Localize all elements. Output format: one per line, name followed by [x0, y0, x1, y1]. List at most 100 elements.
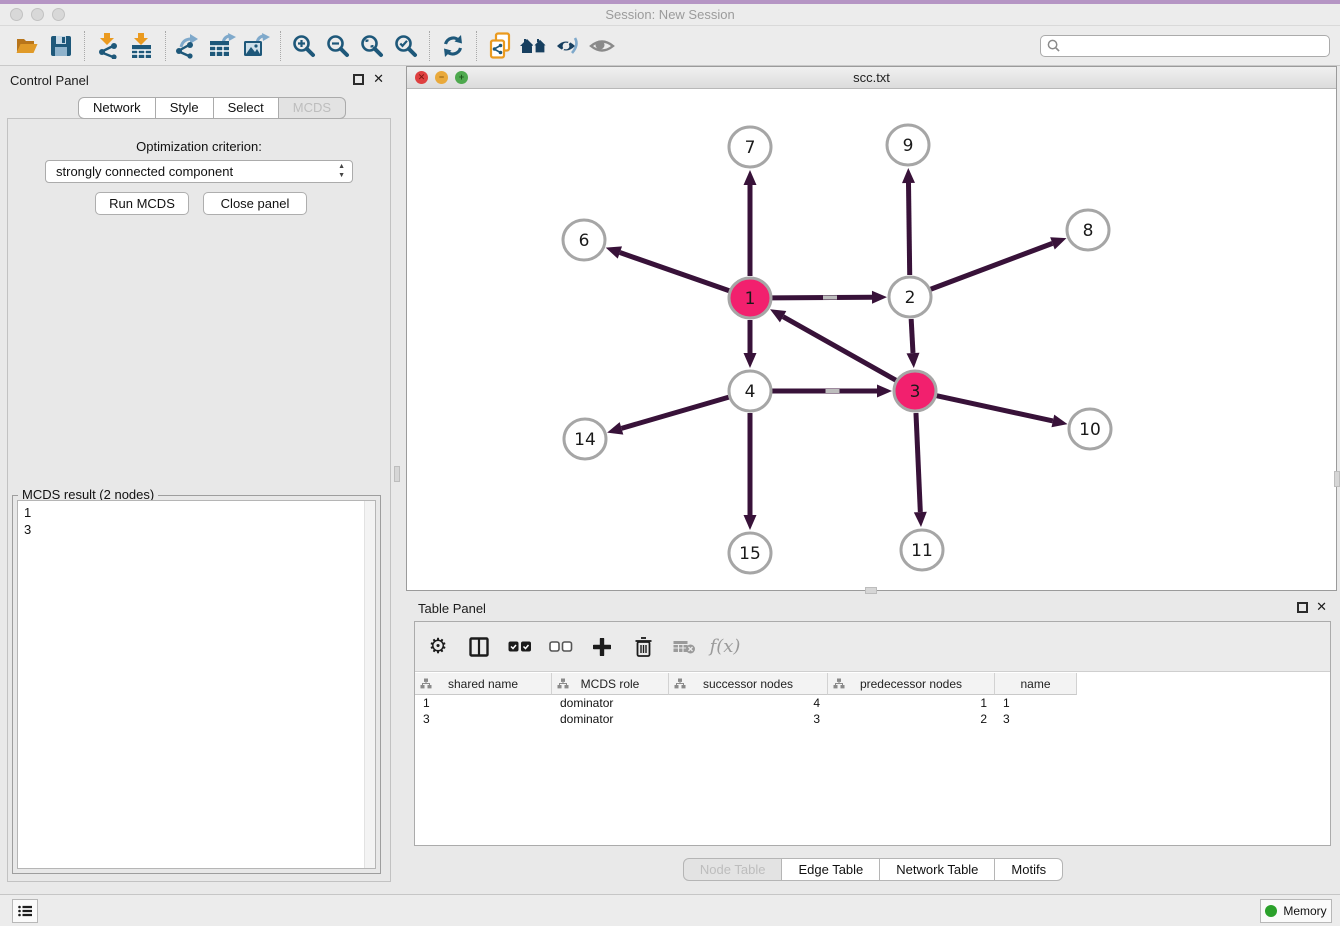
float-table-panel-icon[interactable] — [1297, 602, 1308, 613]
search-input[interactable] — [1064, 39, 1323, 53]
table-row[interactable]: 3dominator323 — [415, 711, 1330, 727]
network-graph[interactable]: 1234678910111415 — [407, 89, 1336, 591]
memory-button[interactable]: Memory — [1260, 899, 1332, 923]
tab-edge-table[interactable]: Edge Table — [782, 858, 880, 881]
select-all-columns-button[interactable] — [507, 634, 533, 660]
memory-label: Memory — [1283, 904, 1326, 918]
function-builder-button[interactable]: f(x) — [712, 634, 738, 660]
float-panel-icon[interactable] — [353, 74, 364, 85]
tab-style[interactable]: Style — [156, 97, 214, 119]
table-panel-title: Table Panel — [418, 601, 486, 616]
graph-edge-arrowhead — [744, 170, 757, 185]
mcds-result-text[interactable]: 1 3 — [17, 500, 376, 869]
graph-edge[interactable] — [772, 297, 872, 298]
show-log-button[interactable] — [12, 899, 38, 923]
graph-edge[interactable] — [911, 319, 913, 353]
import-network-button[interactable] — [91, 29, 125, 63]
graph-edge[interactable] — [936, 396, 1052, 421]
table-cell-mcds_role[interactable]: dominator — [552, 695, 669, 711]
close-table-panel-icon[interactable]: ✕ — [1316, 599, 1327, 615]
close-panel-button[interactable]: Close panel — [203, 192, 307, 215]
table-row[interactable]: 1dominator411 — [415, 695, 1330, 711]
export-table-button[interactable] — [206, 29, 240, 63]
graph-edge[interactable] — [931, 243, 1053, 289]
graph-edge[interactable] — [783, 317, 896, 381]
graph-node-label: 4 — [745, 382, 756, 402]
table-cell-name[interactable]: 1 — [995, 695, 1077, 711]
columns-icon — [469, 637, 489, 657]
table-header-row: shared nameMCDS rolesuccessor nodesprede… — [415, 673, 1077, 695]
tab-mcds[interactable]: MCDS — [279, 97, 346, 119]
network-view-titlebar[interactable]: ✕ − + scc.txt — [407, 67, 1336, 89]
search-box — [1040, 35, 1330, 57]
export-image-button[interactable] — [240, 29, 274, 63]
tab-select[interactable]: Select — [214, 97, 279, 119]
window-title: Session: New Session — [0, 7, 1340, 22]
graph-edge-label — [826, 389, 840, 393]
tab-network-table[interactable]: Network Table — [880, 858, 995, 881]
save-session-button[interactable] — [44, 29, 78, 63]
table-cell-successor_nodes[interactable]: 4 — [669, 695, 828, 711]
column-header-shared_name[interactable]: shared name — [415, 673, 552, 695]
graph-edge[interactable] — [916, 413, 920, 512]
home-layout-button[interactable] — [517, 29, 551, 63]
splitter-handle[interactable] — [394, 466, 400, 482]
table-cell-name[interactable]: 3 — [995, 711, 1077, 727]
table-cell-mcds_role[interactable]: dominator — [552, 711, 669, 727]
unselect-all-columns-button[interactable] — [548, 634, 574, 660]
refresh-icon — [441, 34, 465, 58]
graph-edge[interactable] — [909, 183, 910, 275]
status-bar: Memory — [0, 894, 1340, 926]
zoom-in-button[interactable] — [287, 29, 321, 63]
import-table-button[interactable] — [125, 29, 159, 63]
splitter-handle[interactable] — [1334, 471, 1340, 487]
table-cell-predecessor_nodes[interactable]: 1 — [828, 695, 995, 711]
criterion-select[interactable]: strongly connected component ▲▼ — [45, 160, 353, 183]
tab-node-table[interactable]: Node Table — [683, 858, 783, 881]
graph-edge[interactable] — [620, 253, 729, 291]
column-header-name[interactable]: name — [995, 673, 1077, 695]
duplicate-network-icon — [488, 32, 512, 60]
open-session-button[interactable] — [10, 29, 44, 63]
graph-edge-arrowhead — [744, 515, 757, 530]
unchecked-boxes-icon — [549, 641, 573, 652]
duplicate-network-button[interactable] — [483, 29, 517, 63]
result-scrollbar[interactable] — [364, 501, 375, 868]
toolbar-separator — [280, 31, 281, 61]
network-canvas[interactable]: 1234678910111415 — [407, 89, 1336, 590]
toolbar-separator — [476, 31, 477, 61]
table-options-button[interactable]: ⚙ — [425, 634, 451, 660]
graph-node-label: 6 — [579, 231, 590, 251]
tab-network[interactable]: Network — [78, 97, 156, 119]
close-panel-icon[interactable]: ✕ — [373, 71, 384, 87]
create-column-button[interactable] — [589, 634, 615, 660]
splitter-handle[interactable] — [865, 587, 877, 594]
export-network-button[interactable] — [172, 29, 206, 63]
node-table-widget: ⚙ — [414, 621, 1331, 846]
graph-node-label: 2 — [905, 288, 916, 308]
table-cell-shared_name[interactable]: 1 — [415, 695, 552, 711]
column-header-mcds_role[interactable]: MCDS role — [552, 673, 669, 695]
tab-motifs[interactable]: Motifs — [995, 858, 1063, 881]
import-network-icon — [96, 33, 120, 59]
delete-table-button[interactable] — [671, 634, 697, 660]
delete-column-button[interactable] — [630, 634, 656, 660]
export-table-icon — [209, 33, 237, 59]
column-header-predecessor_nodes[interactable]: predecessor nodes — [828, 673, 995, 695]
graph-edge[interactable] — [621, 397, 728, 428]
table-cell-predecessor_nodes[interactable]: 2 — [828, 711, 995, 727]
export-image-icon — [243, 33, 271, 59]
fit-content-button[interactable] — [355, 29, 389, 63]
refresh-button[interactable] — [436, 29, 470, 63]
hide-selected-button[interactable] — [551, 29, 585, 63]
show-all-button[interactable] — [585, 29, 619, 63]
column-header-label: name — [1020, 677, 1050, 691]
graph-edge-arrowhead — [607, 422, 623, 434]
zoom-selected-button[interactable] — [389, 29, 423, 63]
table-cell-successor_nodes[interactable]: 3 — [669, 711, 828, 727]
column-header-successor_nodes[interactable]: successor nodes — [669, 673, 828, 695]
table-cell-shared_name[interactable]: 3 — [415, 711, 552, 727]
zoom-out-button[interactable] — [321, 29, 355, 63]
show-columns-button[interactable] — [466, 634, 492, 660]
run-mcds-button[interactable]: Run MCDS — [95, 192, 189, 215]
